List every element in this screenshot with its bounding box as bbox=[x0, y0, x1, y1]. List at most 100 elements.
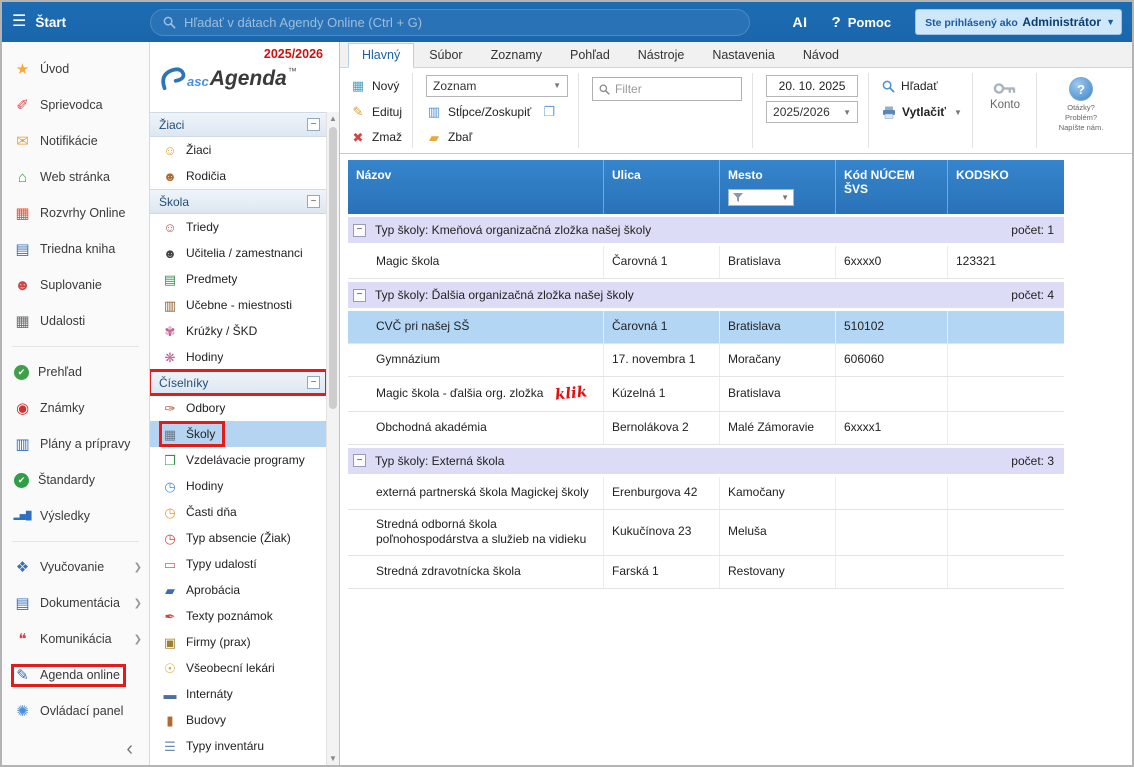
filter-input[interactable] bbox=[615, 82, 735, 96]
buildings-icon: ▮ bbox=[162, 714, 178, 727]
tab-subor[interactable]: Súbor bbox=[416, 44, 475, 67]
collapse-group-button[interactable]: − bbox=[353, 454, 366, 467]
tab-pohlad[interactable]: Pohľad bbox=[557, 44, 623, 67]
tree-item-typ-absencie-ziak[interactable]: ◷Typ absencie (Žiak) bbox=[150, 525, 326, 551]
sidebar-item-ovladaci-panel[interactable]: ✺Ovládací panel bbox=[2, 693, 149, 729]
tree-item-aprobacia[interactable]: ▰Aprobácia bbox=[150, 577, 326, 603]
sidebar-item-vyucovanie[interactable]: ❖Vyučovanie❯ bbox=[2, 549, 149, 585]
tree-item-hodiny[interactable]: ❋Hodiny bbox=[150, 344, 326, 370]
help-button[interactable]: ? Pomoc bbox=[832, 14, 892, 31]
column-header-mesto[interactable]: Mesto ▼ bbox=[720, 160, 836, 214]
tree-item-triedy[interactable]: ☺Triedy bbox=[150, 214, 326, 240]
collapse-section-icon[interactable]: − bbox=[307, 118, 320, 131]
tab-hlavny[interactable]: Hlavný bbox=[348, 43, 414, 68]
sidebar-item-web-stranka[interactable]: ⌂Web stránka bbox=[2, 159, 149, 195]
sidebar-item-triedna-kniha[interactable]: ▤Triedna kniha bbox=[2, 231, 149, 267]
tree-item-ucebne-miestnosti[interactable]: ▥Učebne - miestnosti bbox=[150, 292, 326, 318]
sidebar-item-sprievodca[interactable]: ✐Sprievodca bbox=[2, 87, 149, 123]
standards-shield-icon: ✔ bbox=[14, 473, 29, 488]
account-button[interactable]: Konto bbox=[982, 73, 1037, 148]
tree-item-budovy[interactable]: ▮Budovy bbox=[150, 707, 326, 733]
tab-zoznamy[interactable]: Zoznamy bbox=[478, 44, 555, 67]
scrollbar-thumb[interactable] bbox=[329, 127, 337, 409]
sidebar-item-rozvrhy-online[interactable]: ▦Rozvrhy Online bbox=[2, 195, 149, 231]
sidebar-item-agenda-online[interactable]: ✎Agenda online bbox=[2, 657, 149, 693]
panel-scrollbar[interactable]: ▲ ▼ bbox=[326, 112, 339, 765]
logged-in-user-menu[interactable]: Ste prihlásený ako Administrátor ▼ bbox=[915, 9, 1122, 35]
tree-item-skoly[interactable]: ▦Školy bbox=[150, 421, 326, 447]
sidebar-item-dokumentacia[interactable]: ▤Dokumentácia❯ bbox=[2, 585, 149, 621]
table-row[interactable]: externá partnerská škola Magickej školyE… bbox=[348, 477, 1064, 510]
tree-section-ciselniky[interactable]: Číselníky− bbox=[150, 370, 326, 395]
tree-item-ucitelia-zamestnanci[interactable]: ☻Učitelia / zamestnanci bbox=[150, 240, 326, 266]
tree-item-predmety[interactable]: ▤Predmety bbox=[150, 266, 326, 292]
collapse-group-button[interactable]: − bbox=[353, 289, 366, 302]
date-field[interactable] bbox=[766, 75, 858, 97]
start-menu-button[interactable]: ☰ Štart bbox=[2, 14, 150, 30]
scroll-up-icon[interactable]: ▲ bbox=[327, 112, 339, 125]
sidebar-collapse-button[interactable]: ‹ bbox=[126, 739, 133, 759]
sidebar-item-vysledky[interactable]: ▂▅█Výsledky bbox=[2, 498, 149, 534]
tree-item-typy-inventaru[interactable]: ☰Typy inventáru bbox=[150, 733, 326, 759]
tree-item-texty-poznamok[interactable]: ✒Texty poznámok bbox=[150, 603, 326, 629]
find-button[interactable]: Hľadať bbox=[882, 75, 962, 97]
table-row[interactable]: Obchodná akadémiaBernolákova 2Malé Zámor… bbox=[348, 412, 1064, 445]
tree-item-hodiny[interactable]: ◷Hodiny bbox=[150, 473, 326, 499]
tab-navod[interactable]: Návod bbox=[790, 44, 852, 67]
list-type-select[interactable]: Zoznam▼ bbox=[426, 75, 568, 97]
global-search[interactable] bbox=[150, 9, 750, 36]
tree-section-skola[interactable]: Škola− bbox=[150, 189, 326, 214]
table-row[interactable]: Gymnázium17. novembra 1Moračany606060 bbox=[348, 344, 1064, 377]
school-year-select[interactable]: 2025/2026▼ bbox=[766, 101, 858, 123]
help-contact-widget[interactable]: ? Otázky? Problém? Napíšte nám. bbox=[1046, 73, 1116, 148]
table-row[interactable]: Stredná zdravotnícka školaFarská 1Restov… bbox=[348, 556, 1064, 589]
sidebar-item-znamky[interactable]: ◉Známky bbox=[2, 390, 149, 426]
columns-group-button[interactable]: ▥Stĺpce/Zoskupiť bbox=[426, 101, 531, 123]
print-button[interactable]: Vytlačiť ▼ bbox=[882, 101, 962, 123]
tree-item-vseobecni-lekari[interactable]: ☉Všeobecní lekári bbox=[150, 655, 326, 681]
mesto-filter-dropdown[interactable]: ▼ bbox=[728, 189, 794, 206]
table-row[interactable]: Magic škola - ďalšia org. zložkaklikKúze… bbox=[348, 377, 1064, 412]
column-header-nazov[interactable]: Názov bbox=[348, 160, 604, 214]
delete-button[interactable]: ✖Zmaž bbox=[350, 126, 402, 148]
global-search-input[interactable] bbox=[184, 15, 737, 30]
collapse-section-icon[interactable]: − bbox=[307, 195, 320, 208]
tree-section-ziaci[interactable]: Žiaci− bbox=[150, 112, 326, 137]
table-row[interactable]: Magic školaČarovná 1Bratislava6xxxx01233… bbox=[348, 246, 1064, 279]
scrollbar-track[interactable] bbox=[327, 125, 339, 752]
table-row[interactable]: CVČ pri našej SŠČarovná 1Bratislava51010… bbox=[348, 311, 1064, 344]
tree-item-firmy-prax[interactable]: ▣Firmy (prax) bbox=[150, 629, 326, 655]
tree-item-odbory[interactable]: ✑Odbory bbox=[150, 395, 326, 421]
sidebar-item-plany-a-pripravy[interactable]: ▥Plány a prípravy bbox=[2, 426, 149, 462]
tab-nastroje[interactable]: Nástroje bbox=[625, 44, 698, 67]
scroll-down-icon[interactable]: ▼ bbox=[327, 752, 339, 765]
sidebar-item-komunikacia[interactable]: ❝Komunikácia❯ bbox=[2, 621, 149, 657]
sidebar-item-notifikacie[interactable]: ✉Notifikácie bbox=[2, 123, 149, 159]
cell bbox=[836, 556, 948, 588]
collapse-section-icon[interactable]: − bbox=[307, 376, 320, 389]
table-row[interactable]: Stredná odborná škola poľnohospodárstva … bbox=[348, 510, 1064, 556]
sidebar-item-uvod[interactable]: ★Úvod bbox=[2, 51, 149, 87]
column-header-ulica[interactable]: Ulica bbox=[604, 160, 720, 214]
tree-item-kruzky-skd[interactable]: ✾Krúžky / ŠKD bbox=[150, 318, 326, 344]
sidebar-item-prehlad[interactable]: ✔Prehľad bbox=[2, 354, 149, 390]
new-button[interactable]: ▦Nový bbox=[350, 75, 402, 97]
layout-save-icon[interactable]: ❐ bbox=[543, 104, 555, 120]
tree-item-vzdelavacie-programy[interactable]: ❒Vzdelávacie programy bbox=[150, 447, 326, 473]
edit-button[interactable]: ✎Edituj bbox=[350, 101, 402, 123]
sidebar-item-suplovanie[interactable]: ☻Suplovanie bbox=[2, 267, 149, 303]
ai-button[interactable]: AI bbox=[793, 14, 808, 30]
tree-item-ziaci[interactable]: ☺Žiaci bbox=[150, 137, 326, 163]
column-header-kod-nucem[interactable]: Kód NÚCEM ŠVS bbox=[836, 160, 948, 214]
collapse-groups-button[interactable]: ▰Zbaľ bbox=[426, 127, 568, 148]
filter-box[interactable] bbox=[592, 77, 742, 101]
column-header-kodsko[interactable]: KODSKO bbox=[948, 160, 1064, 214]
tree-item-rodicia[interactable]: ☻Rodičia bbox=[150, 163, 326, 189]
sidebar-item-udalosti[interactable]: ▦Udalosti bbox=[2, 303, 149, 339]
tree-item-typy-udalosti[interactable]: ▭Typy udalostí bbox=[150, 551, 326, 577]
tab-nastavenia[interactable]: Nastavenia bbox=[699, 44, 788, 67]
tree-item-casti-dna[interactable]: ◷Časti dňa bbox=[150, 499, 326, 525]
sidebar-item-standardy[interactable]: ✔Štandardy bbox=[2, 462, 149, 498]
collapse-group-button[interactable]: − bbox=[353, 224, 366, 237]
tree-item-internaty[interactable]: ▬Internáty bbox=[150, 681, 326, 707]
